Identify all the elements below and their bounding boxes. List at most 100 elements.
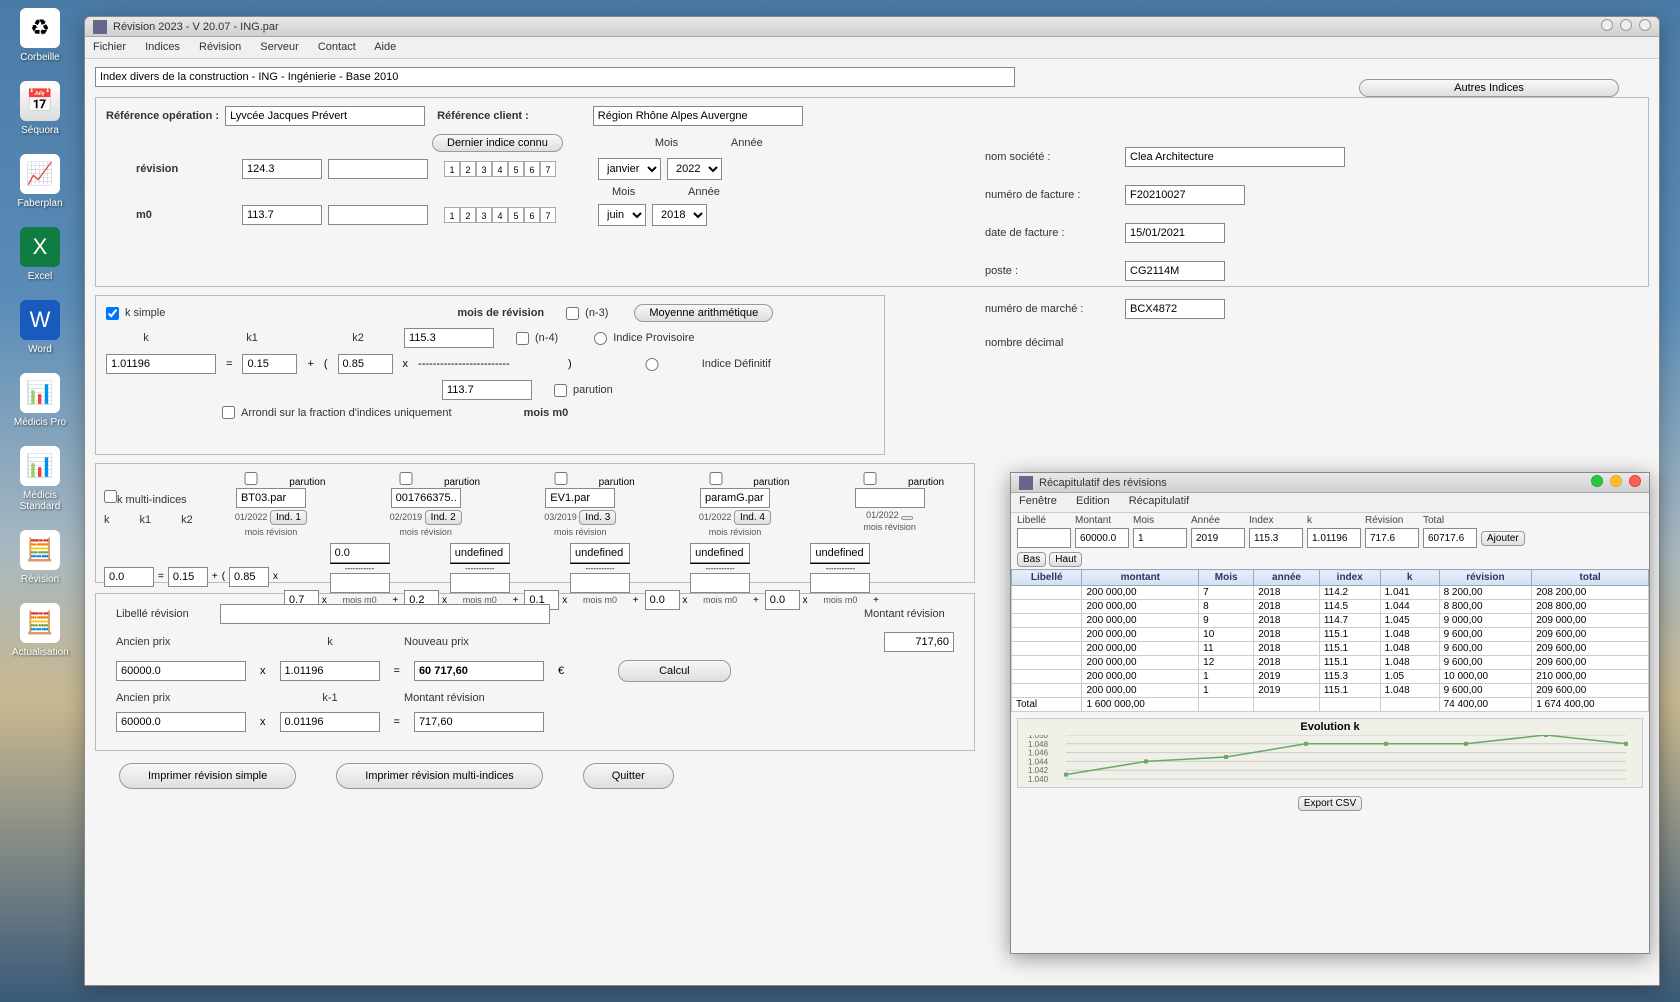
rev-year-select[interactable]: 2022	[667, 158, 722, 180]
dernier-indice-button[interactable]: Dernier indice connu	[432, 134, 563, 152]
mft-3[interactable]	[690, 543, 750, 563]
maximize-icon[interactable]	[1620, 19, 1632, 31]
calcul-button[interactable]: Calcul	[618, 660, 731, 682]
export-csv-button[interactable]: Export CSV	[1298, 796, 1362, 811]
desktop-icon-faberplan[interactable]: 📈Faberplan	[12, 154, 68, 209]
montant-input[interactable]	[884, 632, 954, 652]
par-chk-4[interactable]	[835, 472, 905, 485]
indice-def-radio[interactable]	[612, 358, 692, 371]
numbtn-1b[interactable]: 1	[444, 207, 460, 223]
hi-total[interactable]	[1423, 528, 1477, 548]
recap-col[interactable]: total	[1532, 570, 1649, 586]
num-facture-input[interactable]	[1125, 185, 1245, 205]
par-file-4[interactable]	[855, 488, 925, 508]
menu-contact[interactable]: Contact	[318, 41, 356, 53]
par-chk-2[interactable]	[526, 472, 596, 485]
mfc-4[interactable]	[765, 590, 800, 610]
hi-annee[interactable]	[1191, 528, 1245, 548]
hi-k[interactable]	[1307, 528, 1361, 548]
menu-revision[interactable]: Révision	[199, 41, 241, 53]
close-icon[interactable]	[1639, 19, 1651, 31]
titlebar[interactable]: Révision 2023 - V 20.07 - ING.par	[85, 17, 1659, 37]
par-chk-0[interactable]	[216, 472, 286, 485]
recap-titlebar[interactable]: Récapitulatif des révisions	[1011, 473, 1649, 493]
desktop-icon-excel[interactable]: XExcel	[12, 227, 68, 282]
rev-month-select[interactable]: janvier	[598, 158, 661, 180]
table-row[interactable]: 200 000,00122018115.11.0489 600,00209 60…	[1012, 656, 1649, 670]
mfc-3[interactable]	[645, 590, 680, 610]
numbtn-4[interactable]: 4	[492, 161, 508, 177]
par-ind-3[interactable]: Ind. 4	[734, 510, 771, 525]
mft-4[interactable]	[810, 543, 870, 563]
n4-checkbox[interactable]	[516, 332, 529, 345]
numbtn-3b[interactable]: 3	[476, 207, 492, 223]
numbtn-7[interactable]: 7	[540, 161, 556, 177]
menu-indices[interactable]: Indices	[145, 41, 180, 53]
desktop-icon-word[interactable]: WWord	[12, 300, 68, 355]
multi-k1-input[interactable]	[168, 567, 208, 587]
par-ind-4[interactable]	[901, 516, 913, 520]
numbtn-2[interactable]: 2	[460, 161, 476, 177]
desktop-icon-sequora[interactable]: 📅Séquora	[12, 81, 68, 136]
numbtn-1[interactable]: 1	[444, 161, 460, 177]
mft-1[interactable]	[450, 543, 510, 563]
par-file-2[interactable]	[545, 488, 615, 508]
mft-2[interactable]	[570, 543, 630, 563]
libelle-input[interactable]	[220, 604, 550, 624]
m0-year-select[interactable]: 2018	[652, 204, 707, 226]
print-multi-button[interactable]: Imprimer révision multi-indices	[336, 763, 543, 789]
numbtn-7b[interactable]: 7	[540, 207, 556, 223]
recap-col[interactable]: montant	[1082, 570, 1199, 586]
menu-fichier[interactable]: Fichier	[93, 41, 126, 53]
mfb-2[interactable]	[570, 573, 630, 593]
k-simple-checkbox[interactable]	[106, 307, 119, 320]
menu-recapitulatif[interactable]: Récapitulatif	[1129, 495, 1190, 507]
moyenne-button[interactable]: Moyenne arithmétique	[634, 304, 773, 322]
ref-op-input[interactable]	[225, 106, 425, 126]
k-multi-checkbox[interactable]	[104, 490, 117, 503]
parution-checkbox[interactable]	[554, 384, 567, 397]
haut-button[interactable]: Haut	[1049, 552, 1082, 567]
c2-input[interactable]	[338, 354, 393, 374]
desktop-icon-revision[interactable]: 🧮Révision	[12, 530, 68, 585]
recap-col[interactable]: Mois	[1199, 570, 1254, 586]
multi-k-input[interactable]	[104, 567, 154, 587]
nouveau-prix-input[interactable]	[414, 661, 544, 681]
hi-libelle[interactable]	[1017, 528, 1071, 548]
table-row[interactable]: 200 000,0082018114.51.0448 800,00208 800…	[1012, 600, 1649, 614]
m0-month-select[interactable]: juin	[598, 204, 646, 226]
indice-prov-radio[interactable]	[594, 332, 607, 345]
desktop-icon-medicis-pro[interactable]: 📊Médicis Pro	[12, 373, 68, 428]
par-file-3[interactable]	[700, 488, 770, 508]
numbtn-5[interactable]: 5	[508, 161, 524, 177]
par-chk-3[interactable]	[681, 472, 751, 485]
km1-input[interactable]	[280, 712, 380, 732]
montant2-input[interactable]	[414, 712, 544, 732]
desktop-icon-corbeille[interactable]: ♻Corbeille	[12, 8, 68, 63]
recap-col[interactable]: k	[1380, 570, 1439, 586]
menu-serveur[interactable]: Serveur	[260, 41, 299, 53]
multi-k2-input[interactable]	[229, 567, 269, 587]
menu-edition[interactable]: Edition	[1076, 495, 1110, 507]
ref-client-input[interactable]	[593, 106, 803, 126]
numbtn-6b[interactable]: 6	[524, 207, 540, 223]
mfb-3[interactable]	[690, 573, 750, 593]
k-value-input[interactable]	[106, 354, 216, 374]
table-row[interactable]: 200 000,0072018114.21.0418 200,00208 200…	[1012, 586, 1649, 600]
par-chk-1[interactable]	[371, 472, 441, 485]
menu-aide[interactable]: Aide	[374, 41, 396, 53]
ajouter-button[interactable]: Ajouter	[1481, 531, 1525, 546]
par-file-1[interactable]	[391, 488, 461, 508]
ancien2-input[interactable]	[116, 712, 246, 732]
recap-col[interactable]: index	[1319, 570, 1380, 586]
quitter-button[interactable]: Quitter	[583, 763, 674, 789]
table-row[interactable]: 200 000,00112018115.11.0489 600,00209 60…	[1012, 642, 1649, 656]
hi-montant[interactable]	[1075, 528, 1129, 548]
table-row[interactable]: 200 000,00102018115.11.0489 600,00209 60…	[1012, 628, 1649, 642]
table-row[interactable]: 200 000,0012019115.11.0489 600,00209 600…	[1012, 684, 1649, 698]
par-ind-0[interactable]: Ind. 1	[270, 510, 307, 525]
maximize-icon[interactable]	[1610, 475, 1622, 487]
date-facture-input[interactable]	[1125, 223, 1225, 243]
recap-col[interactable]: Libellé	[1012, 570, 1082, 586]
k-b-input[interactable]	[280, 661, 380, 681]
